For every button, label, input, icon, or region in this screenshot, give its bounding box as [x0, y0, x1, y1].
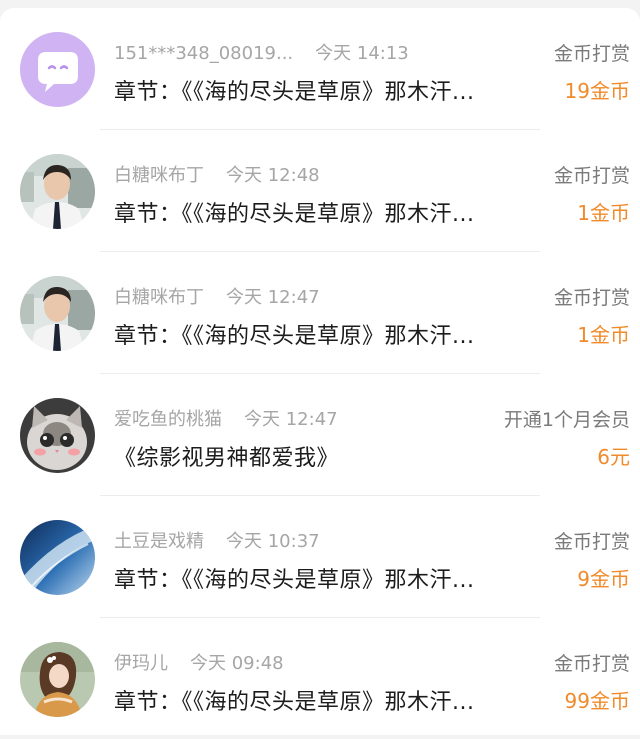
- reward-type: 金币打赏: [553, 43, 630, 65]
- timestamp: 今天 12:47: [226, 287, 320, 308]
- username[interactable]: 爱吃鱼的桃猫: [114, 409, 222, 430]
- reward-amount: 1金币: [577, 201, 630, 225]
- username[interactable]: 土豆是戏精: [114, 531, 204, 552]
- reward-amount: 6元: [597, 445, 630, 469]
- reward-type: 开通1个月会员: [503, 409, 630, 431]
- reward-type: 金币打赏: [553, 653, 630, 675]
- record-meta: 伊玛儿 今天 09:48: [114, 649, 284, 675]
- record-content: 章节：《《海的尽头是草原》那木汗...: [114, 202, 475, 227]
- record-meta: 土豆是戏精 今天 10:37: [114, 527, 320, 553]
- reward-amount: 1金币: [577, 323, 630, 347]
- timestamp: 今天 09:48: [190, 653, 284, 674]
- timestamp: 今天 12:48: [226, 165, 320, 186]
- record-content: 章节：《《海的尽头是草原》那木汗...: [114, 80, 475, 105]
- reward-type: 金币打赏: [553, 531, 630, 553]
- top-strip: [0, 0, 640, 8]
- username[interactable]: 151***348_08019...: [114, 43, 293, 64]
- timestamp: 今天 12:47: [244, 409, 338, 430]
- record-content: 章节：《《海的尽头是草原》那木汗...: [114, 568, 475, 593]
- message-bubble-avatar-icon[interactable]: [20, 32, 95, 107]
- timestamp: 今天 14:13: [315, 43, 409, 64]
- list-item[interactable]: 爱吃鱼的桃猫 今天 12:47 《综影视男神都爱我》 开通1个月会员 6元: [0, 374, 640, 495]
- record-meta: 151***348_08019... 今天 14:13: [114, 39, 409, 65]
- username[interactable]: 白糖咪布丁: [114, 165, 204, 186]
- boy-photo-avatar[interactable]: [20, 276, 95, 351]
- reward-amount: 19金币: [564, 79, 630, 103]
- record-content: 章节：《《海的尽头是草原》那木汗...: [114, 690, 475, 715]
- reward-type: 金币打赏: [553, 165, 630, 187]
- reward-list-card: 151***348_08019... 今天 14:13 章节：《《海的尽头是草原》…: [0, 8, 640, 735]
- username[interactable]: 伊玛儿: [114, 653, 168, 674]
- username[interactable]: 白糖咪布丁: [114, 287, 204, 308]
- cat-photo-avatar[interactable]: [20, 398, 95, 473]
- record-meta: 白糖咪布丁 今天 12:48: [114, 161, 320, 187]
- timestamp: 今天 10:37: [226, 531, 320, 552]
- record-meta: 白糖咪布丁 今天 12:47: [114, 283, 320, 309]
- girl-illustration-avatar[interactable]: [20, 642, 95, 717]
- list-item[interactable]: 土豆是戏精 今天 10:37 章节：《《海的尽头是草原》那木汗... 金币打赏 9…: [0, 496, 640, 617]
- list-item[interactable]: 151***348_08019... 今天 14:13 章节：《《海的尽头是草原》…: [0, 8, 640, 129]
- boy-photo-avatar[interactable]: [20, 154, 95, 229]
- record-content: 《综影视男神都爱我》: [114, 446, 340, 471]
- list-item[interactable]: 伊玛儿 今天 09:48 章节：《《海的尽头是草原》那木汗... 金币打赏 99金…: [0, 618, 640, 739]
- reward-amount: 99金币: [564, 689, 630, 713]
- reward-type: 金币打赏: [553, 287, 630, 309]
- record-meta: 爱吃鱼的桃猫 今天 12:47: [114, 405, 338, 431]
- reward-amount: 9金币: [577, 567, 630, 591]
- earth-photo-avatar[interactable]: [20, 520, 95, 595]
- list-item[interactable]: 白糖咪布丁 今天 12:48 章节：《《海的尽头是草原》那木汗... 金币打赏 1…: [0, 130, 640, 251]
- record-content: 章节：《《海的尽头是草原》那木汗...: [114, 324, 475, 349]
- list-item[interactable]: 白糖咪布丁 今天 12:47 章节：《《海的尽头是草原》那木汗... 金币打赏 1…: [0, 252, 640, 373]
